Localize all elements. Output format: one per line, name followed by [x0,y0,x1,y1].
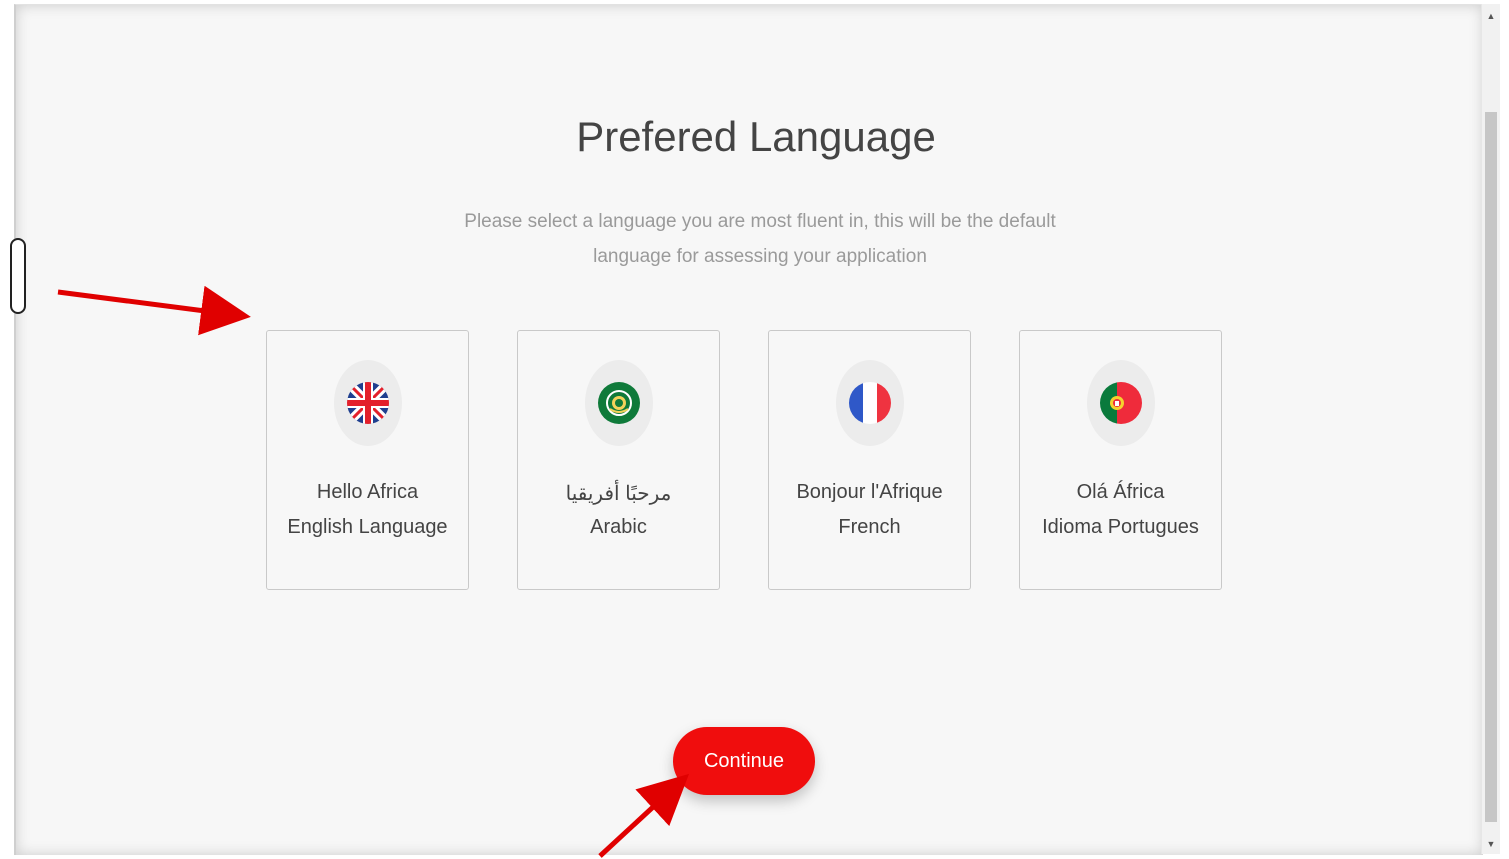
language-card-english[interactable]: Hello Africa English Language [266,330,469,590]
language-name: English Language [287,516,448,538]
flag-badge [836,360,904,446]
greeting-text: مرحبًا أفريقيا [565,483,672,505]
flag-badge [334,360,402,446]
language-name: French [838,516,901,538]
language-card-portuguese[interactable]: Olá África Idioma Portugues [1019,330,1222,590]
scroll-down-icon[interactable]: ▼ [1482,836,1500,852]
language-name: Idioma Portugues [1042,516,1199,538]
portugal-flag-icon [1100,382,1142,424]
subtitle-line-2: language for assessing your application [593,246,927,267]
vertical-scrollbar[interactable]: ▲ ▼ [1481,4,1500,854]
flag-badge [585,360,653,446]
subtitle-line-1: Please select a language you are most fl… [464,211,1056,232]
language-card-arabic[interactable]: مرحبًا أفريقيا Arabic [517,330,720,590]
greeting-text: Bonjour l'Afrique [796,481,943,503]
scroll-up-icon[interactable]: ▲ [1482,8,1500,24]
arab-league-flag-icon [598,382,640,424]
france-flag-icon [849,382,891,424]
language-name: Arabic [590,516,647,538]
flag-badge [1087,360,1155,446]
page-subtitle: Please select a language you are most fl… [446,204,1074,274]
greeting-text: Hello Africa [316,481,419,503]
continue-button[interactable]: Continue [673,727,815,795]
uk-flag-icon [347,382,389,424]
side-tab-handle[interactable] [10,238,26,314]
language-card-french[interactable]: Bonjour l'Afrique French [768,330,971,590]
page-title: Prefered Language [576,113,936,160]
scrollbar-thumb[interactable] [1485,112,1497,822]
greeting-text: Olá África [1076,481,1165,503]
